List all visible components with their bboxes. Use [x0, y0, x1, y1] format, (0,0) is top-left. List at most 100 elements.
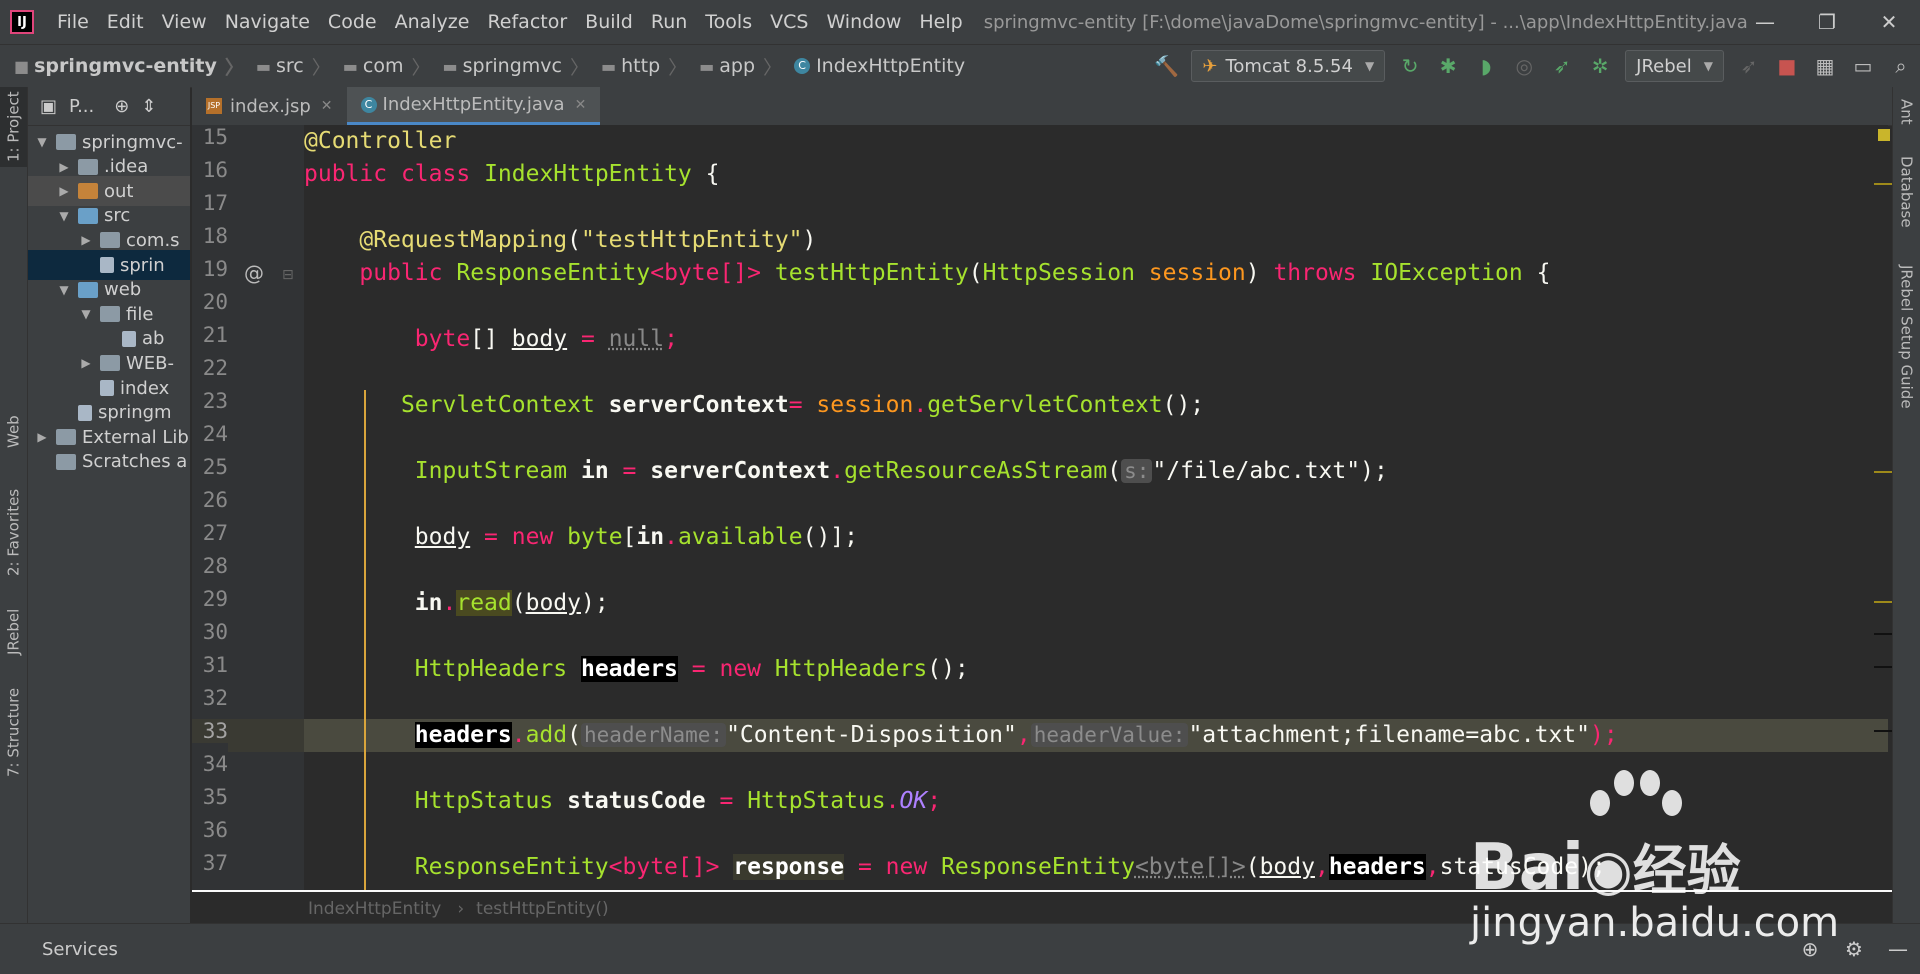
jrebel-tool-tab[interactable]: JRebel: [0, 597, 27, 667]
jrebel-select[interactable]: JRebel ▼: [1625, 50, 1724, 82]
navigation-bar: ■ springmvc-entity 〉 ▬ src 〉 ▬ com 〉 ▬ springmv…: [0, 44, 1920, 88]
close-icon[interactable]: ✕: [1858, 0, 1920, 44]
menu-navigate[interactable]: Navigate: [216, 11, 319, 33]
line-number: 21: [202, 323, 228, 347]
crumb-springmvc[interactable]: ▬ springmvc 〉: [431, 53, 590, 80]
crumb-class[interactable]: C IndexHttpEntity: [782, 55, 965, 77]
code-line-21: byte[] body = null;: [414, 326, 678, 352]
editor-scrollbar[interactable]: [1870, 125, 1892, 890]
menu-view[interactable]: View: [153, 11, 216, 33]
menu-analyze[interactable]: Analyze: [386, 11, 479, 33]
lib-icon: [56, 429, 76, 446]
code-line-27: body = new byte[in.available()];: [414, 524, 858, 550]
code-line-18: @RequestMapping("testHttpEntity"): [359, 227, 817, 253]
crumb-app[interactable]: ▬ app 〉: [687, 53, 782, 80]
tree-item-label: src: [104, 205, 131, 227]
code-line-35: HttpStatus statusCode = HttpStatus.OK;: [414, 788, 942, 814]
database-tool-tab[interactable]: Database: [1893, 147, 1920, 237]
line-number: 37: [202, 851, 228, 875]
jrebel-debug-icon[interactable]: ✲: [1581, 54, 1619, 78]
hide-icon[interactable]: —: [1876, 937, 1920, 961]
menu-refactor[interactable]: Refactor: [478, 11, 576, 33]
tree-item-label: ab: [142, 328, 165, 350]
collapse-arrow-icon[interactable]: ▼: [56, 209, 72, 223]
build-hammer-icon[interactable]: 🔨: [1147, 54, 1185, 78]
run-config-select[interactable]: ✈ Tomcat 8.5.54 ▼: [1191, 50, 1386, 82]
module-icon: ■: [14, 56, 30, 76]
rerun-icon[interactable]: ↻: [1391, 54, 1429, 78]
collapse-arrow-icon[interactable]: ▼: [56, 283, 72, 297]
tree-item-label: out: [104, 180, 134, 202]
breadcrumb-class[interactable]: IndexHttpEntity: [308, 899, 441, 919]
menu-run[interactable]: Run: [642, 11, 696, 33]
menu-build[interactable]: Build: [576, 11, 642, 33]
project-view-select[interactable]: P...: [69, 96, 94, 117]
fold-marker-icon[interactable]: ⊟: [282, 265, 294, 285]
debug-icon[interactable]: ✱: [1429, 54, 1467, 78]
collapse-arrow-icon[interactable]: ▼: [78, 307, 94, 321]
tab-index-jsp[interactable]: JSP index.jsp ✕: [192, 87, 347, 125]
menu-code[interactable]: Code: [319, 11, 386, 33]
menu-window[interactable]: Window: [817, 11, 910, 33]
stop-icon[interactable]: ■: [1768, 54, 1806, 78]
code-editor[interactable]: @Controller public class IndexHttpEntity…: [304, 125, 1888, 890]
line-number: 28: [202, 554, 228, 578]
coverage-icon[interactable]: ◗: [1467, 54, 1505, 78]
crumb-com[interactable]: ▬ com 〉: [331, 53, 431, 80]
project-structure-icon[interactable]: ▦: [1806, 54, 1844, 78]
collapse-icon[interactable]: ⇕: [141, 96, 156, 117]
ant-tool-tab[interactable]: Ant: [1893, 87, 1920, 137]
target-icon[interactable]: ⊕: [1788, 937, 1832, 961]
menu-file[interactable]: File: [48, 11, 98, 33]
expand-arrow-icon[interactable]: ▶: [78, 233, 94, 247]
services-tab[interactable]: Services: [42, 939, 118, 960]
code-line-25: InputStream in = serverContext.getResour…: [414, 458, 1388, 484]
line-number: 35: [202, 785, 228, 809]
jrebel-guide-tool-tab[interactable]: JRebel Setup Guide: [1893, 257, 1920, 417]
expand-arrow-icon[interactable]: ▶: [56, 184, 72, 198]
jrebel-update-icon[interactable]: ➶: [1730, 54, 1768, 78]
expand-arrow-icon[interactable]: ▶: [34, 430, 50, 444]
menu-edit[interactable]: Edit: [98, 11, 153, 33]
crumb-project[interactable]: ■ springmvc-entity 〉: [0, 53, 244, 80]
expand-arrow-icon[interactable]: ▶: [56, 160, 72, 174]
gear-icon[interactable]: ⚙: [1832, 937, 1876, 961]
jrebel-run-icon[interactable]: ➶: [1543, 54, 1581, 78]
line-number: 22: [202, 356, 228, 380]
menu-help[interactable]: Help: [910, 11, 971, 33]
crumb-http[interactable]: ▬ http 〉: [589, 53, 687, 80]
tree-item[interactable]: Scratches a: [28, 447, 190, 477]
collapse-arrow-icon[interactable]: ▼: [34, 135, 50, 149]
line-number: 24: [202, 422, 228, 446]
menu-vcs[interactable]: VCS: [761, 11, 817, 33]
folder-icon: [100, 355, 120, 372]
terminal-icon[interactable]: ▭: [1844, 54, 1882, 78]
profile-icon[interactable]: ◎: [1505, 54, 1543, 78]
menu-tools[interactable]: Tools: [696, 11, 761, 33]
menu-bar: IJ File Edit View Navigate Code Analyze …: [0, 0, 1920, 44]
current-line-gutter: [228, 719, 304, 752]
web-tool-tab[interactable]: Web: [0, 397, 27, 467]
favorites-tool-tab[interactable]: 2: Favorites: [0, 482, 27, 582]
override-marker-icon[interactable]: @: [244, 257, 264, 290]
usage-marker: [1874, 730, 1892, 732]
tomcat-icon: ✈: [1202, 55, 1218, 77]
close-tab-icon[interactable]: ✕: [575, 97, 587, 113]
tab-indexhttpentity-java[interactable]: C IndexHttpEntity.java ✕: [346, 87, 601, 125]
breadcrumb-method[interactable]: testHttpEntity(): [476, 899, 608, 919]
structure-tool-tab[interactable]: 7: Structure: [0, 682, 27, 782]
restore-icon[interactable]: ❐: [1796, 0, 1858, 44]
close-tab-icon[interactable]: ✕: [321, 98, 333, 114]
line-number: 25: [202, 455, 228, 479]
crumb-src[interactable]: ▬ src 〉: [244, 53, 331, 80]
tree-item-label: index: [120, 377, 170, 399]
expand-arrow-icon[interactable]: ▶: [78, 356, 94, 370]
line-number: 29: [202, 587, 228, 611]
project-tool-tab[interactable]: 1: Project: [0, 87, 27, 167]
minimize-icon[interactable]: —: [1734, 0, 1796, 44]
file-icon: [100, 257, 114, 273]
locate-icon[interactable]: ⊕: [114, 96, 129, 117]
line-number: 27: [202, 521, 228, 545]
search-icon[interactable]: ⌕: [1882, 54, 1920, 78]
file-icon: [100, 380, 114, 396]
